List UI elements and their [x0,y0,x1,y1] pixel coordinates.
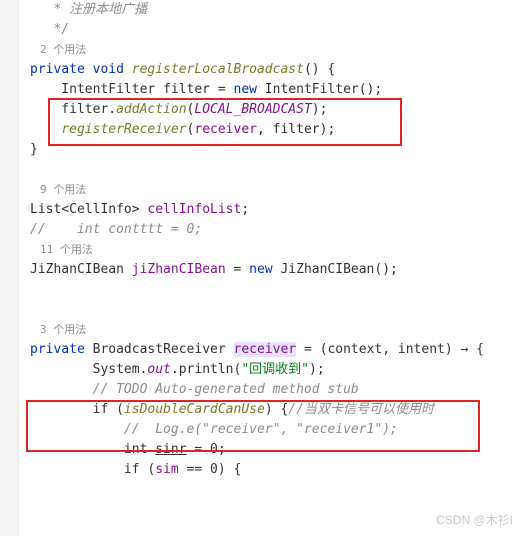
usage-hint[interactable]: 2 个用法 [30,40,521,60]
comment-line: // int contttt = 0; [30,220,521,240]
usage-hint[interactable]: 9 个用法 [30,180,521,200]
editor-gutter [0,0,19,536]
usage-hint[interactable]: 11 个用法 [30,240,521,260]
comment-line: */ [30,20,521,40]
code-line: int sinr = 0; [30,440,521,460]
code-line: System.out.println("回调收到"); [30,360,521,380]
code-line: IntentFilter filter = new IntentFilter()… [30,80,521,100]
usage-hint[interactable]: 3 个用法 [30,320,521,340]
code-line: JiZhanCIBean jiZhanCIBean = new JiZhanCI… [30,260,521,280]
blank-line [30,280,521,300]
code-line: registerReceiver(receiver, filter); [30,120,521,140]
comment-line: * 注册本地广播 [30,0,521,20]
code-line: private BroadcastReceiver receiver = (co… [30,340,521,360]
code-editor[interactable]: * 注册本地广播 */ 2 个用法 private void registerL… [0,0,521,480]
watermark: CSDN @木衫I [436,511,513,528]
comment-line: // TODO Auto-generated method stub [30,380,521,400]
code-line: List<CellInfo> cellInfoList; [30,200,521,220]
comment-line: // Log.e("receiver", "receiver1"); [30,420,521,440]
code-line: filter.addAction(LOCAL_BROADCAST); [30,100,521,120]
blank-line [30,160,521,180]
code-line: private void registerLocalBroadcast() { [30,60,521,80]
code-line: } [30,140,521,160]
code-line: if (sim == 0) { [30,460,521,480]
blank-line [30,300,521,320]
code-line: if (isDoubleCardCanUse) {//当双卡信号可以使用时 [30,400,521,420]
